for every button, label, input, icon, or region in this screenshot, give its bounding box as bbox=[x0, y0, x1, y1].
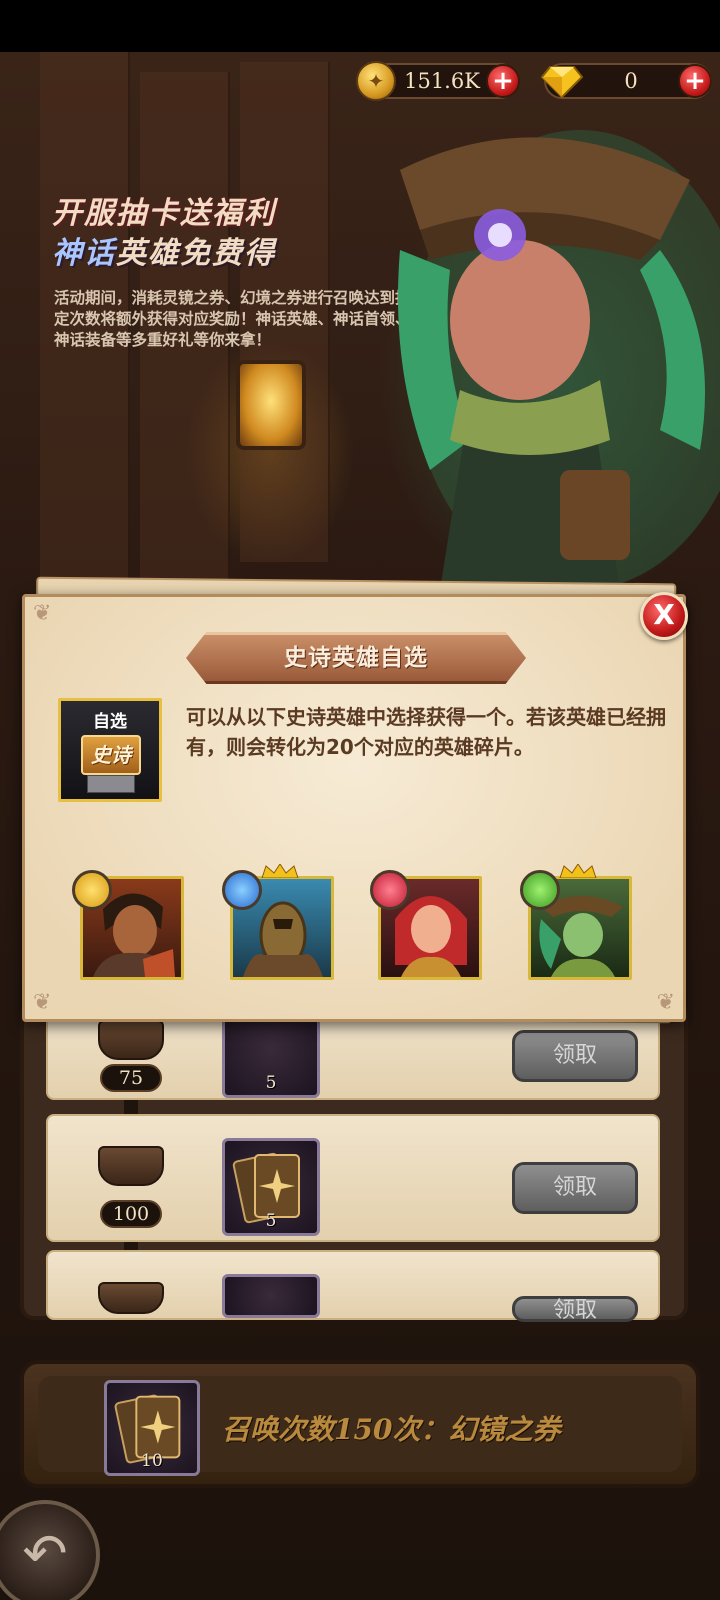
lantern-decoration bbox=[236, 360, 306, 450]
claim-button[interactable]: 领取 bbox=[512, 1296, 638, 1323]
milestone-cup-icon bbox=[98, 1146, 164, 1186]
summon-milestone-text: 召唤次数150次：幻镜之券 bbox=[222, 1413, 561, 1446]
crown-icon bbox=[261, 864, 299, 878]
status-bar bbox=[0, 0, 720, 52]
corner-ornament-icon: ❦ bbox=[33, 601, 52, 626]
gold-currency: ✦ 151.6K + bbox=[356, 61, 520, 101]
summon-ticket-item[interactable]: 10 bbox=[104, 1380, 200, 1476]
event-subtitle: 神话英雄免费得 bbox=[52, 236, 276, 271]
nature-element-icon bbox=[520, 870, 560, 910]
water-element-icon bbox=[222, 870, 262, 910]
crown-icon bbox=[559, 864, 597, 878]
milestone-cup-icon bbox=[98, 1020, 164, 1060]
close-button[interactable]: X bbox=[640, 592, 688, 640]
gold-value: 151.6K bbox=[404, 69, 480, 93]
dialog-description: 可以从以下史诗英雄中选择获得一个。若该英雄已经拥有，则会转化为20个对应的英雄碎… bbox=[186, 705, 666, 759]
claim-button[interactable]: 领取 bbox=[512, 1162, 638, 1214]
light-element-icon bbox=[72, 870, 112, 910]
event-title: 开服抽卡送福利 bbox=[52, 196, 276, 231]
add-gold-button[interactable]: + bbox=[486, 64, 520, 98]
selection-box-icon: 自选 史诗 bbox=[58, 698, 162, 802]
gem-currency: 0 + bbox=[540, 63, 712, 99]
milestone-count: 100 bbox=[100, 1200, 162, 1228]
corner-ornament-icon: ❦ bbox=[33, 990, 52, 1015]
claim-button[interactable]: 领取 bbox=[512, 1030, 638, 1082]
diamond-icon bbox=[540, 66, 584, 99]
featured-hero-art bbox=[398, 130, 720, 590]
corner-ornament-icon: ❦ bbox=[656, 990, 675, 1015]
milestone-cup-icon bbox=[98, 1282, 164, 1314]
gold-coin-icon: ✦ bbox=[356, 61, 396, 101]
reward-item[interactable] bbox=[222, 1274, 320, 1318]
milestone-count: 75 bbox=[100, 1064, 162, 1092]
dialog-title: 史诗英雄自选 bbox=[284, 645, 428, 671]
fire-element-icon bbox=[370, 870, 410, 910]
gem-value: 0 bbox=[624, 69, 638, 93]
reward-item[interactable]: 5 bbox=[222, 1138, 320, 1236]
add-gem-button[interactable]: + bbox=[678, 64, 712, 98]
